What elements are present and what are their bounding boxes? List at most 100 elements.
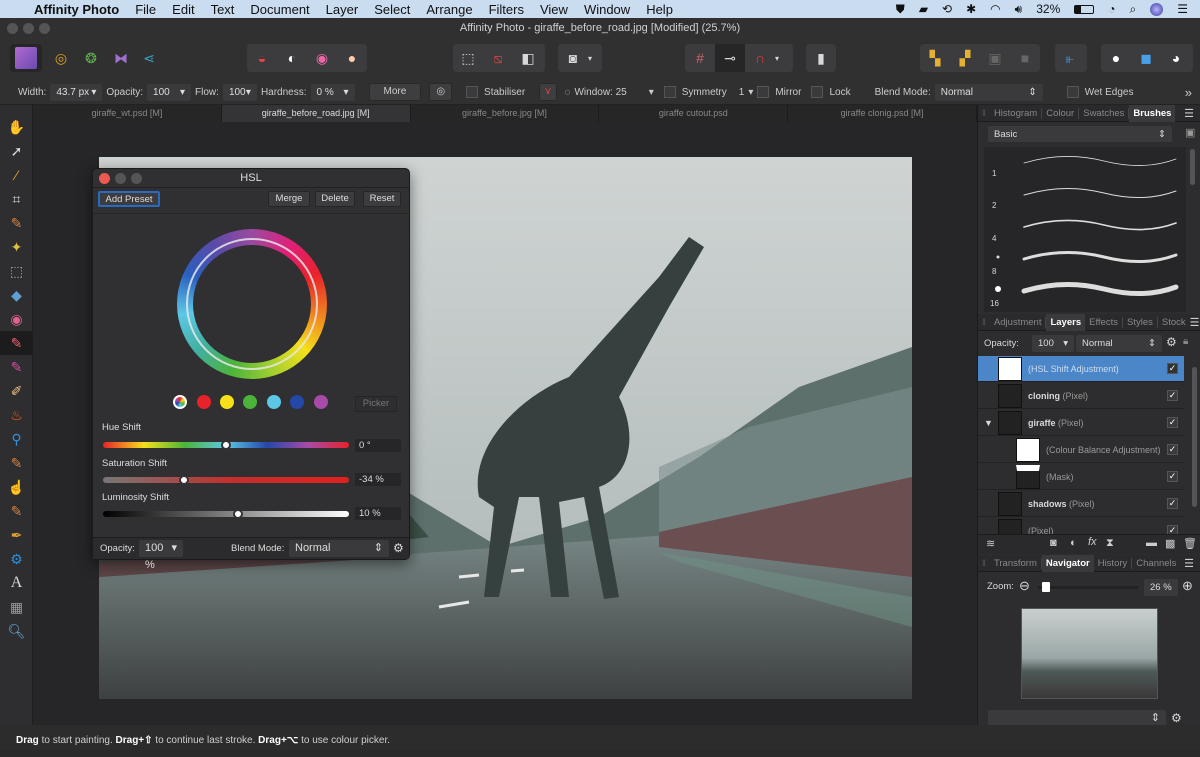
mask-layer-icon[interactable]: ◙ bbox=[1050, 537, 1057, 549]
zoom-slider[interactable] bbox=[1038, 582, 1138, 592]
brush-view-icon[interactable]: ▣ bbox=[1185, 126, 1195, 139]
blend-mode-select[interactable]: Normal ⇕ bbox=[934, 83, 1043, 101]
move-tool-icon[interactable]: ➚ bbox=[0, 139, 33, 163]
levels-icon[interactable]: ◒ bbox=[247, 44, 277, 72]
flood-select-tool-icon[interactable]: ✦ bbox=[0, 235, 33, 259]
menu-select[interactable]: Select bbox=[366, 2, 418, 17]
assistant-button[interactable]: ▮ bbox=[806, 44, 836, 72]
luminosity-shift-slider[interactable] bbox=[103, 509, 349, 519]
flow-field[interactable]: 100 %▾ bbox=[222, 83, 257, 115]
text-tool-icon[interactable]: A bbox=[0, 571, 33, 595]
align-icon[interactable]: ⊸ bbox=[715, 44, 745, 72]
panel-menu-icon[interactable]: ☰ bbox=[1190, 316, 1200, 329]
reset-button[interactable]: Reset bbox=[363, 191, 401, 207]
expand-triangle-icon[interactable]: ▼ bbox=[984, 418, 993, 428]
layer-row-mask[interactable]: (Mask) ✓ bbox=[978, 464, 1184, 490]
layer-blend-select[interactable]: Normal ⇕ bbox=[1076, 335, 1162, 352]
colour-wheel[interactable] bbox=[177, 229, 327, 379]
pressure-icon[interactable]: ◎ bbox=[429, 83, 453, 101]
panel-grip-icon[interactable]: ‖ bbox=[978, 558, 990, 569]
dialog-close-button[interactable] bbox=[99, 173, 110, 184]
notification-center-icon[interactable]: ☰ bbox=[1177, 2, 1188, 16]
brush-list-scrollbar[interactable] bbox=[1190, 149, 1195, 185]
menu-arrange[interactable]: Arrange bbox=[418, 2, 480, 17]
mesh-warp-tool-icon[interactable]: ▦ bbox=[0, 595, 33, 619]
layer-row-hsl[interactable]: (HSL Shift Adjustment) ✓ bbox=[978, 356, 1184, 382]
tab-histogram[interactable]: Histogram bbox=[990, 107, 1043, 119]
red-eye-tool-icon[interactable]: ✎ bbox=[0, 499, 33, 523]
swatch-yellow[interactable] bbox=[220, 395, 234, 409]
move-to-back-icon[interactable]: ■ bbox=[1010, 44, 1040, 72]
add-shape-icon[interactable]: ● bbox=[1101, 44, 1131, 72]
dialog-zoom-button[interactable] bbox=[131, 173, 142, 184]
siri-icon[interactable] bbox=[1150, 2, 1164, 16]
shape-tool-icon[interactable]: ⚙ bbox=[0, 547, 33, 571]
panel-grip-icon[interactable]: ‖ bbox=[978, 108, 990, 119]
subtract-shape-icon[interactable]: ◼ bbox=[1131, 44, 1161, 72]
flood-fill-tool-icon[interactable]: ◆ bbox=[0, 283, 33, 307]
width-field[interactable]: 43.7 px ▾ bbox=[50, 83, 103, 101]
navigator-preview[interactable] bbox=[1021, 608, 1158, 699]
blemish-tool-icon[interactable]: ✎ bbox=[0, 451, 33, 475]
layer-visibility-checkbox[interactable]: ✓ bbox=[1167, 471, 1178, 482]
new-pixel-layer-icon[interactable]: ▩ bbox=[1165, 537, 1175, 550]
tab-effects[interactable]: Effects bbox=[1085, 316, 1123, 328]
snapping-magnet-icon[interactable]: ∩ bbox=[745, 44, 775, 72]
tab-styles[interactable]: Styles bbox=[1123, 316, 1158, 328]
live-filter-icon[interactable]: ⧗ bbox=[1106, 537, 1114, 550]
brush-size-8[interactable]: 8 bbox=[992, 267, 996, 276]
mirror-checkbox[interactable] bbox=[757, 86, 770, 98]
opacity-field[interactable]: 100 %▾ bbox=[147, 83, 192, 115]
panel-menu-icon[interactable]: ☰ bbox=[1184, 107, 1194, 120]
tab-swatches[interactable]: Swatches bbox=[1079, 107, 1130, 119]
close-window-button[interactable] bbox=[7, 23, 18, 34]
app-status-icon[interactable]: ▰ bbox=[919, 2, 928, 16]
tab-adjustment[interactable]: Adjustment bbox=[990, 316, 1047, 328]
pen-tool-icon[interactable]: ✒ bbox=[0, 523, 33, 547]
menu-filters[interactable]: Filters bbox=[481, 2, 532, 17]
black-white-icon[interactable]: ◐ bbox=[277, 44, 307, 72]
bluetooth-icon[interactable]: ✱ bbox=[966, 2, 976, 16]
white-balance-icon[interactable]: ● bbox=[337, 44, 367, 72]
lock-layer-icon[interactable]: 🔒︎ bbox=[1183, 336, 1188, 347]
tab-giraffe-before[interactable]: giraffe_before.jpg [M] bbox=[411, 105, 600, 122]
window-mode-icon[interactable]: ◌ bbox=[565, 87, 571, 98]
symmetry-checkbox[interactable] bbox=[663, 86, 676, 98]
dialog-opacity-field[interactable]: 100 % ▾ bbox=[139, 540, 183, 571]
tab-transform[interactable]: Transform bbox=[990, 557, 1042, 569]
wet-edges-checkbox[interactable] bbox=[1066, 86, 1079, 98]
layer-visibility-checkbox[interactable]: ✓ bbox=[1167, 363, 1178, 374]
menu-app[interactable]: Affinity Photo bbox=[26, 2, 127, 17]
smudge-tool-icon[interactable]: ☝ bbox=[0, 475, 33, 499]
colour-wheel-icon[interactable]: ◉ bbox=[307, 44, 337, 72]
layer-row-giraffe[interactable]: ▼ giraffe (Pixel) ✓ bbox=[978, 410, 1184, 436]
menu-layer[interactable]: Layer bbox=[318, 2, 367, 17]
brush-category-select[interactable]: Basic ⇕ bbox=[988, 126, 1172, 142]
layer-row-shadows[interactable]: shadows (Pixel) ✓ bbox=[978, 491, 1184, 517]
liquify-persona-icon[interactable]: ◎ bbox=[46, 44, 76, 72]
swatch-blue[interactable] bbox=[290, 395, 304, 409]
tab-channels[interactable]: Channels bbox=[1132, 558, 1180, 569]
brush-size-16[interactable]: 16 bbox=[990, 299, 999, 308]
add-preset-button[interactable]: Add Preset bbox=[98, 191, 160, 207]
saturation-shift-value[interactable]: -34 % bbox=[355, 473, 401, 486]
search-icon[interactable]: ⌕ bbox=[1130, 2, 1137, 17]
layers-stack-icon[interactable]: ≋ bbox=[986, 537, 995, 550]
zoom-tool-icon[interactable]: 🔍︎ bbox=[0, 619, 33, 643]
hardness-field[interactable]: 0 % ▾ bbox=[310, 83, 355, 101]
layer-row-colour-balance[interactable]: (Colour Balance Adjustment) ✓ bbox=[978, 437, 1184, 463]
swatch-cyan[interactable] bbox=[267, 395, 281, 409]
delete-layer-trash-icon[interactable]: 🗑︎ bbox=[1183, 537, 1197, 550]
tab-giraffe-wt[interactable]: giraffe_wt.psd [M] bbox=[33, 105, 222, 122]
dialog-settings-gear-icon[interactable]: ⚙ bbox=[393, 541, 404, 555]
develop-persona-icon[interactable]: ❂ bbox=[76, 44, 106, 72]
luminosity-shift-value[interactable]: 10 % bbox=[355, 507, 401, 520]
zoom-in-icon[interactable]: ⊕ bbox=[1182, 578, 1193, 594]
tone-mapping-persona-icon[interactable]: ⧓ bbox=[106, 44, 136, 72]
select-all-icon[interactable]: ⬚ bbox=[453, 44, 483, 72]
brush-size-4[interactable]: 4 bbox=[992, 234, 996, 243]
lock-checkbox[interactable] bbox=[811, 86, 824, 98]
crop-tool-icon[interactable]: ⌗ bbox=[0, 187, 33, 211]
dialog-blend-mode-select[interactable]: Normal ⇕ bbox=[289, 540, 389, 557]
tab-giraffe-clonig[interactable]: giraffe clonig.psd [M] bbox=[788, 105, 977, 122]
